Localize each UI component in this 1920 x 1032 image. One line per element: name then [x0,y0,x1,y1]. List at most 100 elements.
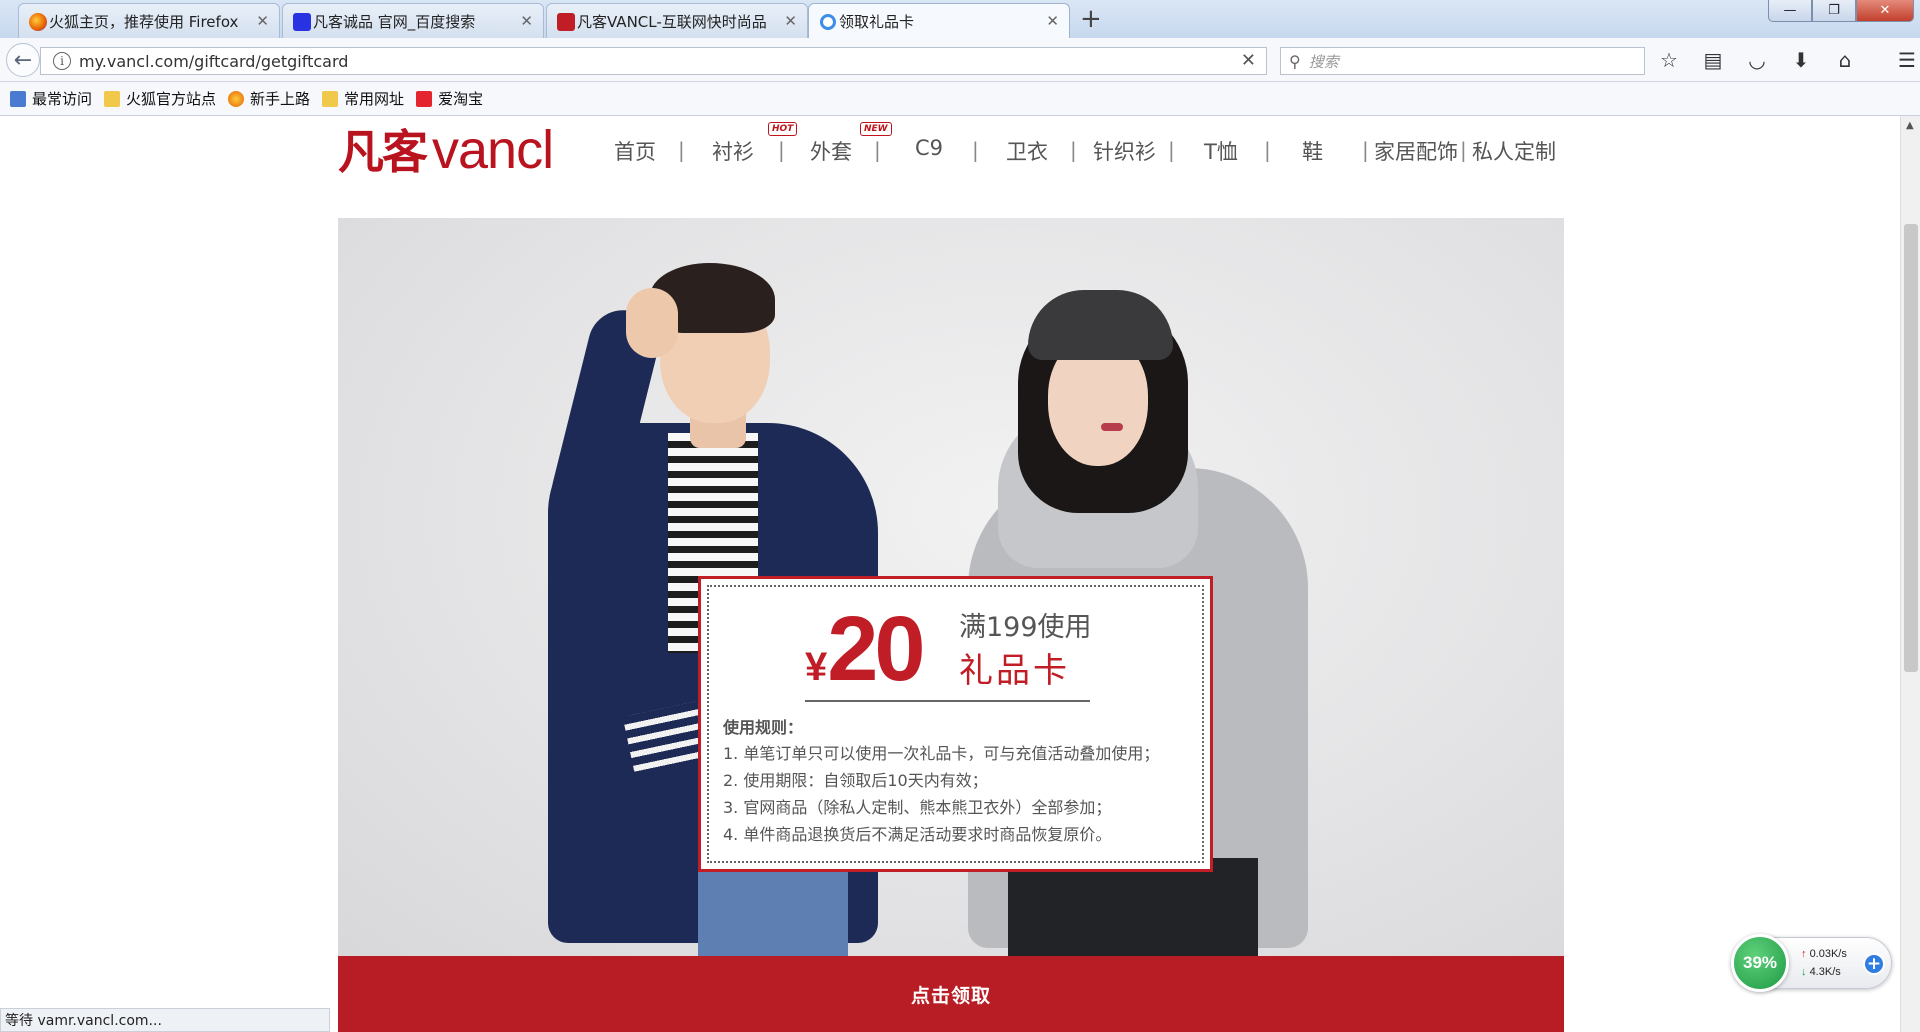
menu-icon[interactable]: ☰ [1894,48,1920,72]
rule-item: 4. 单件商品退换货后不满足活动要求时商品恢复原价。 [723,825,1112,844]
back-button[interactable]: ← [6,43,40,77]
bookmark-label: 常用网址 [344,90,405,108]
model-woman-beanie [1028,290,1173,360]
close-tab-icon[interactable]: ✕ [784,12,797,30]
search-input[interactable]: ⚲ 搜索 [1280,47,1645,75]
bookmark-label: 火狐官方站点 [126,90,217,108]
search-icon: ⚲ [1289,51,1301,71]
logo-cn-text: 凡客 [338,125,428,179]
memory-percent-badge[interactable]: 39% [1731,934,1789,992]
amount-value: 20 [827,598,925,700]
gift-card-amount: ¥20 [805,598,926,700]
home-icon[interactable]: ⌂ [1832,48,1858,72]
pocket-icon[interactable]: ◡ [1744,48,1770,72]
url-text: my.vancl.com/giftcard/getgiftcard [79,51,349,71]
folder-icon [104,90,121,107]
bookmark-firefox-sites[interactable]: 火狐官方站点 [104,88,216,109]
close-tab-icon[interactable]: ✕ [1046,12,1059,30]
status-bar: 等待 vamr.vancl.com... [0,1008,330,1032]
info-icon[interactable]: i [53,52,71,70]
logo-en-text: vancl [432,120,554,180]
folder-icon [322,90,339,107]
scroll-up-icon[interactable]: ▲ [1906,120,1914,131]
nav-separator: | [1168,138,1175,162]
bookmark-getting-started[interactable]: 新手上路 [228,88,310,109]
upload-speed-value: 0.03K/s [1809,948,1847,960]
page-scrollbar[interactable]: ▲ [1900,116,1920,1032]
clear-url-icon[interactable]: ✕ [1241,50,1256,71]
nav-separator: | [778,138,785,162]
rule-item: 1. 单笔订单只可以使用一次礼品卡，可与充值活动叠加使用； [723,744,1160,763]
toolbar-icons: ☆ ▤ ◡ ⬇ ⌂ ☰ [1656,48,1920,72]
download-speed: ↓ 4.3K/s [1801,966,1841,978]
tab-title: 凡客诚品 官网_百度搜索 [313,12,476,31]
nav-home[interactable]: 首页 [614,136,656,166]
nav-separator: | [1362,138,1369,162]
nav-separator: | [1070,138,1077,162]
tab-bar: 火狐主页，推荐使用 Firefox ✕ 凡客诚品 官网_百度搜索 ✕ 凡客VAN… [0,0,1920,38]
plus-icon[interactable]: + [1863,953,1885,975]
gift-card-inner: ¥20 满199使用 礼品卡 使用规则： 1. 单笔订单只可以使用一次礼品卡，可… [707,585,1204,863]
bookmark-taobao[interactable]: 爱淘宝 [416,88,483,109]
loading-icon [820,14,836,30]
upload-arrow-icon: ↑ [1801,948,1807,960]
nav-separator: | [1460,138,1467,162]
tab-giftcard[interactable]: 领取礼品卡 ✕ [808,3,1070,38]
bookmark-label: 爱淘宝 [438,90,484,108]
new-badge: NEW [860,122,892,136]
close-tab-icon[interactable]: ✕ [256,12,269,30]
new-tab-button[interactable]: + [1080,5,1102,33]
bookmark-common-sites[interactable]: 常用网址 [322,88,404,109]
minimize-button[interactable]: — [1768,0,1812,22]
nav-knitwear[interactable]: 针织衫 [1093,136,1156,166]
gift-card-name: 礼品卡 [959,651,1070,691]
most-visited-icon [10,90,26,107]
nav-tshirts[interactable]: T恤 [1204,136,1238,166]
tab-title: 凡客VANCL-互联网快时尚品 [577,12,767,31]
download-arrow-icon: ↓ [1801,966,1807,978]
nav-custom[interactable]: 私人定制 [1472,136,1556,166]
page-content: 凡客 vancl 首页 | 衬衫 HOT | 外套 NEW | C9 | 卫衣 … [0,116,1900,1032]
gift-card: ¥20 满199使用 礼品卡 使用规则： 1. 单笔订单只可以使用一次礼品卡，可… [698,576,1213,872]
promo-banner: ¥20 满199使用 礼品卡 使用规则： 1. 单笔订单只可以使用一次礼品卡，可… [338,218,1564,956]
vancl-logo[interactable]: 凡客 vancl [338,116,554,182]
upload-speed: ↑ 0.03K/s [1801,948,1847,960]
bookmarks-toolbar: 最常访问 火狐官方站点 新手上路 常用网址 爱淘宝 [0,82,1920,116]
claim-button[interactable]: 点击领取 [338,956,1564,1032]
rule-item: 2. 使用期限：自领取后10天内有效； [723,771,988,790]
model-woman-lips [1101,423,1123,431]
rule-item: 3. 官网商品（除私人定制、熊本熊卫衣外）全部参加； [723,798,1112,817]
model-woman-pants [1008,858,1258,956]
model-man-hand [626,288,678,358]
tab-baidu-search[interactable]: 凡客诚品 官网_百度搜索 ✕ [282,3,544,38]
search-placeholder: 搜索 [1308,52,1339,71]
nav-separator: | [972,138,979,162]
nav-outerwear[interactable]: 外套 [810,136,852,166]
bookmark-star-icon[interactable]: ☆ [1656,48,1682,72]
firefox-icon [29,13,47,31]
close-tab-icon[interactable]: ✕ [520,12,533,30]
tab-title: 火狐主页，推荐使用 Firefox [49,12,239,31]
tab-firefox-home[interactable]: 火狐主页，推荐使用 Firefox ✕ [18,3,280,38]
reading-list-icon[interactable]: ▤ [1700,48,1726,72]
url-bar[interactable]: i my.vancl.com/giftcard/getgiftcard ✕ [40,47,1267,75]
bookmark-most-visited[interactable]: 最常访问 [10,88,92,109]
baidu-paw-icon [293,13,311,31]
nav-hoodies[interactable]: 卫衣 [1006,136,1048,166]
close-window-button[interactable]: ✕ [1856,0,1914,22]
tab-vancl-home[interactable]: 凡客VANCL-互联网快时尚品 ✕ [546,3,808,38]
nav-c9[interactable]: C9 [915,136,943,160]
scrollbar-thumb[interactable] [1904,224,1918,672]
hot-badge: HOT [768,122,798,136]
nav-separator: | [1264,138,1271,162]
firefox-icon [228,90,245,107]
nav-shoes[interactable]: 鞋 [1302,136,1323,166]
vancl-icon [557,13,575,31]
model-man-jeans [698,868,848,956]
restore-button[interactable]: ❐ [1812,0,1856,22]
download-icon[interactable]: ⬇ [1788,48,1814,72]
nav-shirts[interactable]: 衬衫 [712,136,754,166]
bookmark-label: 最常访问 [32,90,93,108]
nav-home-accessories[interactable]: 家居配饰 [1374,136,1458,166]
network-speed-widget[interactable]: 39% ↑ 0.03K/s ↓ 4.3K/s + [1731,934,1892,992]
